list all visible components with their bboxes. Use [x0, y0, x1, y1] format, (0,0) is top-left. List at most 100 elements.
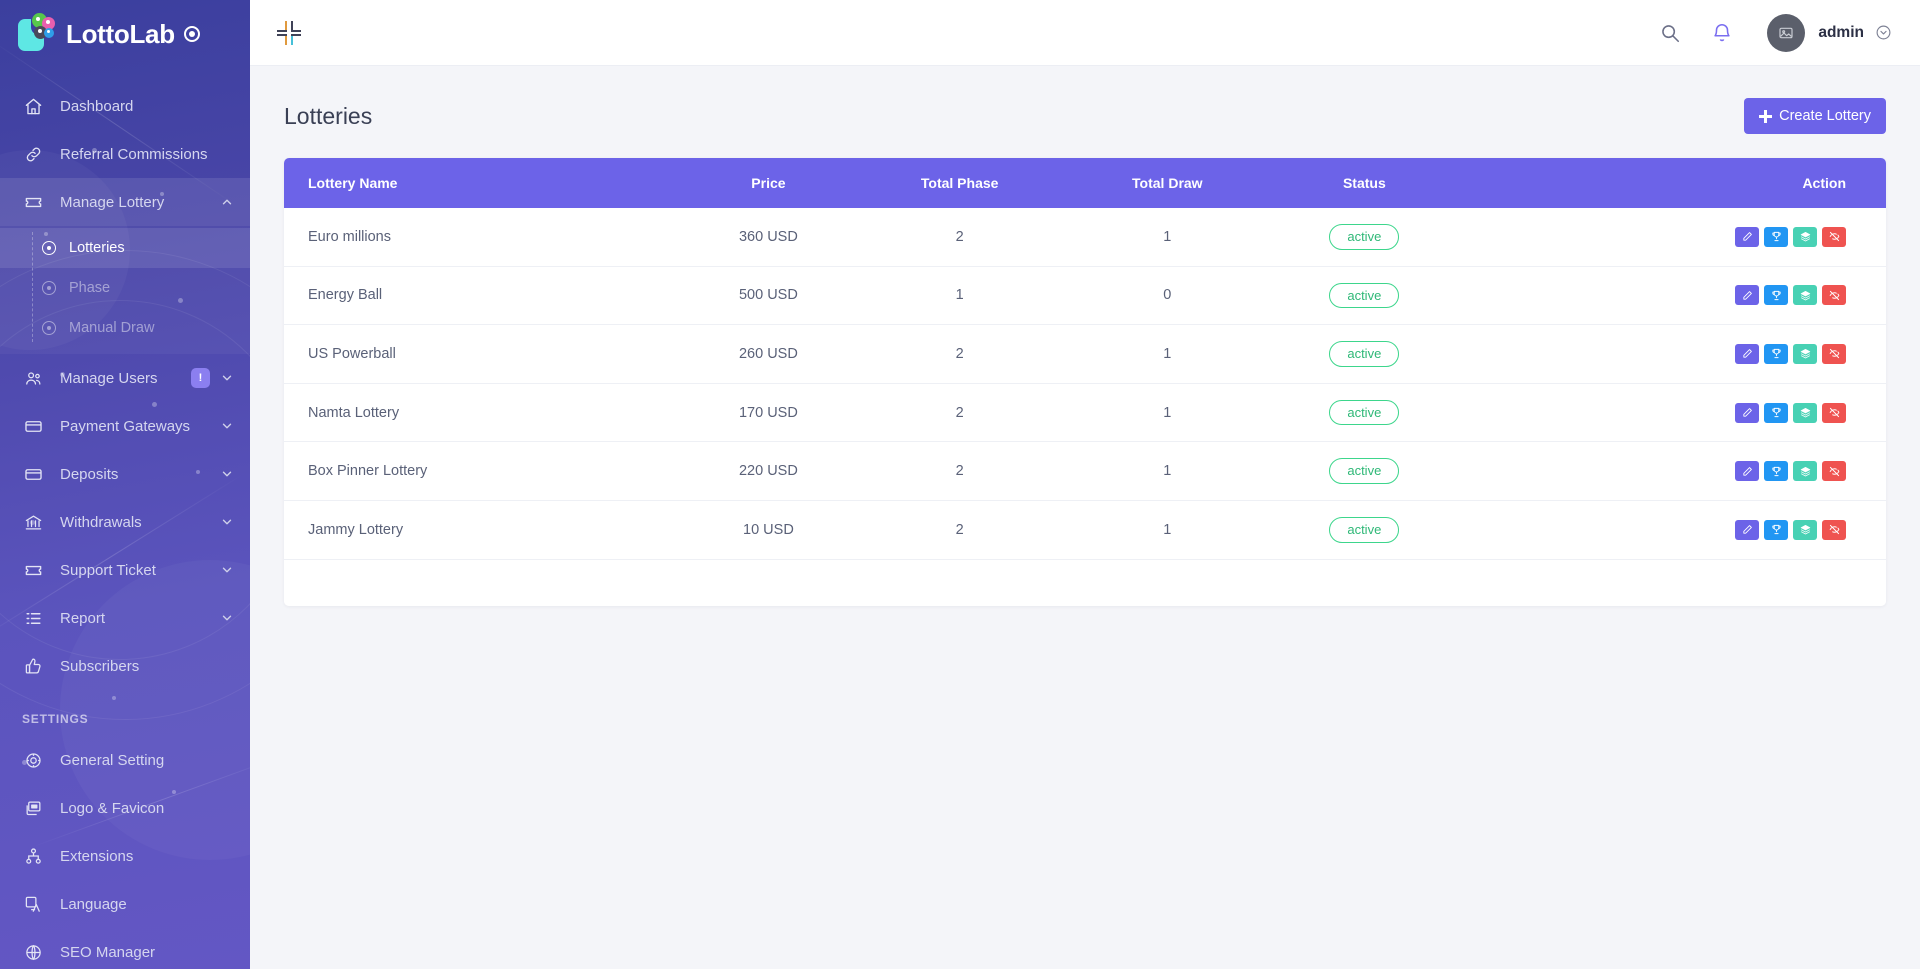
- manage-users-alert-badge: !: [191, 368, 210, 388]
- pencil-icon: [1742, 524, 1753, 535]
- phase-button[interactable]: [1793, 227, 1817, 247]
- sidebar: LottoLab Dashboard Referral Commissions …: [0, 0, 250, 969]
- table-header: Lottery Name Price Total Phase Total Dra…: [284, 158, 1886, 208]
- disable-button[interactable]: [1822, 520, 1846, 540]
- winner-button[interactable]: [1764, 403, 1788, 423]
- edit-button[interactable]: [1735, 461, 1759, 481]
- cell-action: [1462, 266, 1886, 325]
- phase-button[interactable]: [1793, 344, 1817, 364]
- disable-button[interactable]: [1822, 285, 1846, 305]
- search-icon[interactable]: [1659, 22, 1681, 44]
- disable-button[interactable]: [1822, 227, 1846, 247]
- sidebar-item-label: SEO Manager: [60, 944, 234, 961]
- disable-button[interactable]: [1822, 403, 1846, 423]
- sidebar-item-logo-favicon[interactable]: Logo & Favicon: [0, 784, 250, 832]
- edit-button[interactable]: [1735, 520, 1759, 540]
- sidebar-item-manage-users[interactable]: Manage Users !: [0, 354, 250, 402]
- globe-icon: [22, 941, 44, 963]
- sidebar-item-payment-gateways[interactable]: Payment Gateways: [0, 402, 250, 450]
- winner-button[interactable]: [1764, 461, 1788, 481]
- phase-button[interactable]: [1793, 285, 1817, 305]
- action-button-group: [1735, 461, 1846, 481]
- cell-status: active: [1266, 442, 1462, 501]
- sidebar-item-subscribers[interactable]: Subscribers: [0, 642, 250, 690]
- sidebar-nav: Dashboard Referral Commissions Manage Lo…: [0, 68, 250, 969]
- sidebar-item-label: Referral Commissions: [60, 146, 234, 163]
- sidebar-item-manage-lottery[interactable]: Manage Lottery: [0, 178, 250, 226]
- sidebar-item-extensions[interactable]: Extensions: [0, 832, 250, 880]
- edit-button[interactable]: [1735, 285, 1759, 305]
- ticket-icon: [22, 559, 44, 581]
- sidebar-subitem-manual-draw[interactable]: Manual Draw: [0, 308, 250, 348]
- winner-button[interactable]: [1764, 520, 1788, 540]
- action-button-group: [1735, 227, 1846, 247]
- status-badge: active: [1329, 517, 1399, 543]
- chevron-down-circle-icon[interactable]: [1875, 24, 1892, 41]
- disable-button[interactable]: [1822, 461, 1846, 481]
- user-menu[interactable]: admin: [1767, 14, 1892, 52]
- create-lottery-button[interactable]: Create Lottery: [1744, 98, 1886, 134]
- eye-slash-icon: [1829, 290, 1840, 301]
- table-row: Euro millions360 USD21active: [284, 208, 1886, 266]
- page-title: Lotteries: [284, 103, 372, 130]
- sidebar-item-label: Payment Gateways: [60, 418, 220, 435]
- brand-logo[interactable]: LottoLab: [0, 0, 250, 68]
- sidebar-item-general-setting[interactable]: General Setting: [0, 736, 250, 784]
- pencil-icon: [1742, 466, 1753, 477]
- column-header-status: Status: [1266, 158, 1462, 208]
- pencil-icon: [1742, 290, 1753, 301]
- create-lottery-label: Create Lottery: [1779, 108, 1871, 124]
- sidebar-item-report[interactable]: Report: [0, 594, 250, 642]
- column-header-total-draw: Total Draw: [1068, 158, 1266, 208]
- sidebar-item-withdrawals[interactable]: Withdrawals: [0, 498, 250, 546]
- pencil-icon: [1742, 231, 1753, 242]
- cell-status: active: [1266, 325, 1462, 384]
- status-badge: active: [1329, 283, 1399, 309]
- phase-button[interactable]: [1793, 403, 1817, 423]
- action-button-group: [1735, 403, 1846, 423]
- status-badge: active: [1329, 400, 1399, 426]
- cell-lottery-name: Energy Ball: [284, 266, 686, 325]
- edit-button[interactable]: [1735, 403, 1759, 423]
- manage-lottery-submenu: Lotteries Phase Manual Draw: [0, 226, 250, 354]
- winner-button[interactable]: [1764, 344, 1788, 364]
- table-row: Energy Ball500 USD10active: [284, 266, 1886, 325]
- main-content: Lotteries Create Lottery Lottery Name Pr…: [250, 66, 1920, 969]
- radio-dot-icon: [42, 241, 56, 255]
- column-header-action: Action: [1462, 158, 1886, 208]
- ticket-icon: [22, 191, 44, 213]
- winner-button[interactable]: [1764, 227, 1788, 247]
- sidebar-item-seo-manager[interactable]: SEO Manager: [0, 928, 250, 969]
- sidebar-item-language[interactable]: Language: [0, 880, 250, 928]
- sidebar-subitem-label: Lotteries: [69, 240, 125, 256]
- sidebar-subitem-label: Manual Draw: [69, 320, 154, 336]
- cell-action: [1462, 383, 1886, 442]
- phase-button[interactable]: [1793, 520, 1817, 540]
- table-row: Box Pinner Lottery220 USD21active: [284, 442, 1886, 501]
- sidebar-subitem-lotteries[interactable]: Lotteries: [0, 228, 250, 268]
- eye-slash-icon: [1829, 231, 1840, 242]
- edit-button[interactable]: [1735, 227, 1759, 247]
- cell-total-draw: 1: [1068, 500, 1266, 559]
- record-dot-icon: [184, 26, 200, 42]
- sidebar-item-referral-commissions[interactable]: Referral Commissions: [0, 130, 250, 178]
- bell-icon[interactable]: [1711, 22, 1733, 44]
- cell-action: [1462, 325, 1886, 384]
- cell-total-phase: 2: [851, 500, 1068, 559]
- layers-icon: [1800, 231, 1811, 242]
- radio-dot-icon: [42, 321, 56, 335]
- sidebar-item-deposits[interactable]: Deposits: [0, 450, 250, 498]
- disable-button[interactable]: [1822, 344, 1846, 364]
- sidebar-item-support-ticket[interactable]: Support Ticket: [0, 546, 250, 594]
- cell-action: [1462, 500, 1886, 559]
- edit-button[interactable]: [1735, 344, 1759, 364]
- sidebar-subitem-phase[interactable]: Phase: [0, 268, 250, 308]
- cell-lottery-name: Box Pinner Lottery: [284, 442, 686, 501]
- winner-button[interactable]: [1764, 285, 1788, 305]
- compress-icon[interactable]: [276, 20, 302, 46]
- cell-total-draw: 1: [1068, 442, 1266, 501]
- sidebar-item-dashboard[interactable]: Dashboard: [0, 82, 250, 130]
- phase-button[interactable]: [1793, 461, 1817, 481]
- page-header: Lotteries Create Lottery: [284, 92, 1886, 140]
- trophy-icon: [1771, 466, 1782, 477]
